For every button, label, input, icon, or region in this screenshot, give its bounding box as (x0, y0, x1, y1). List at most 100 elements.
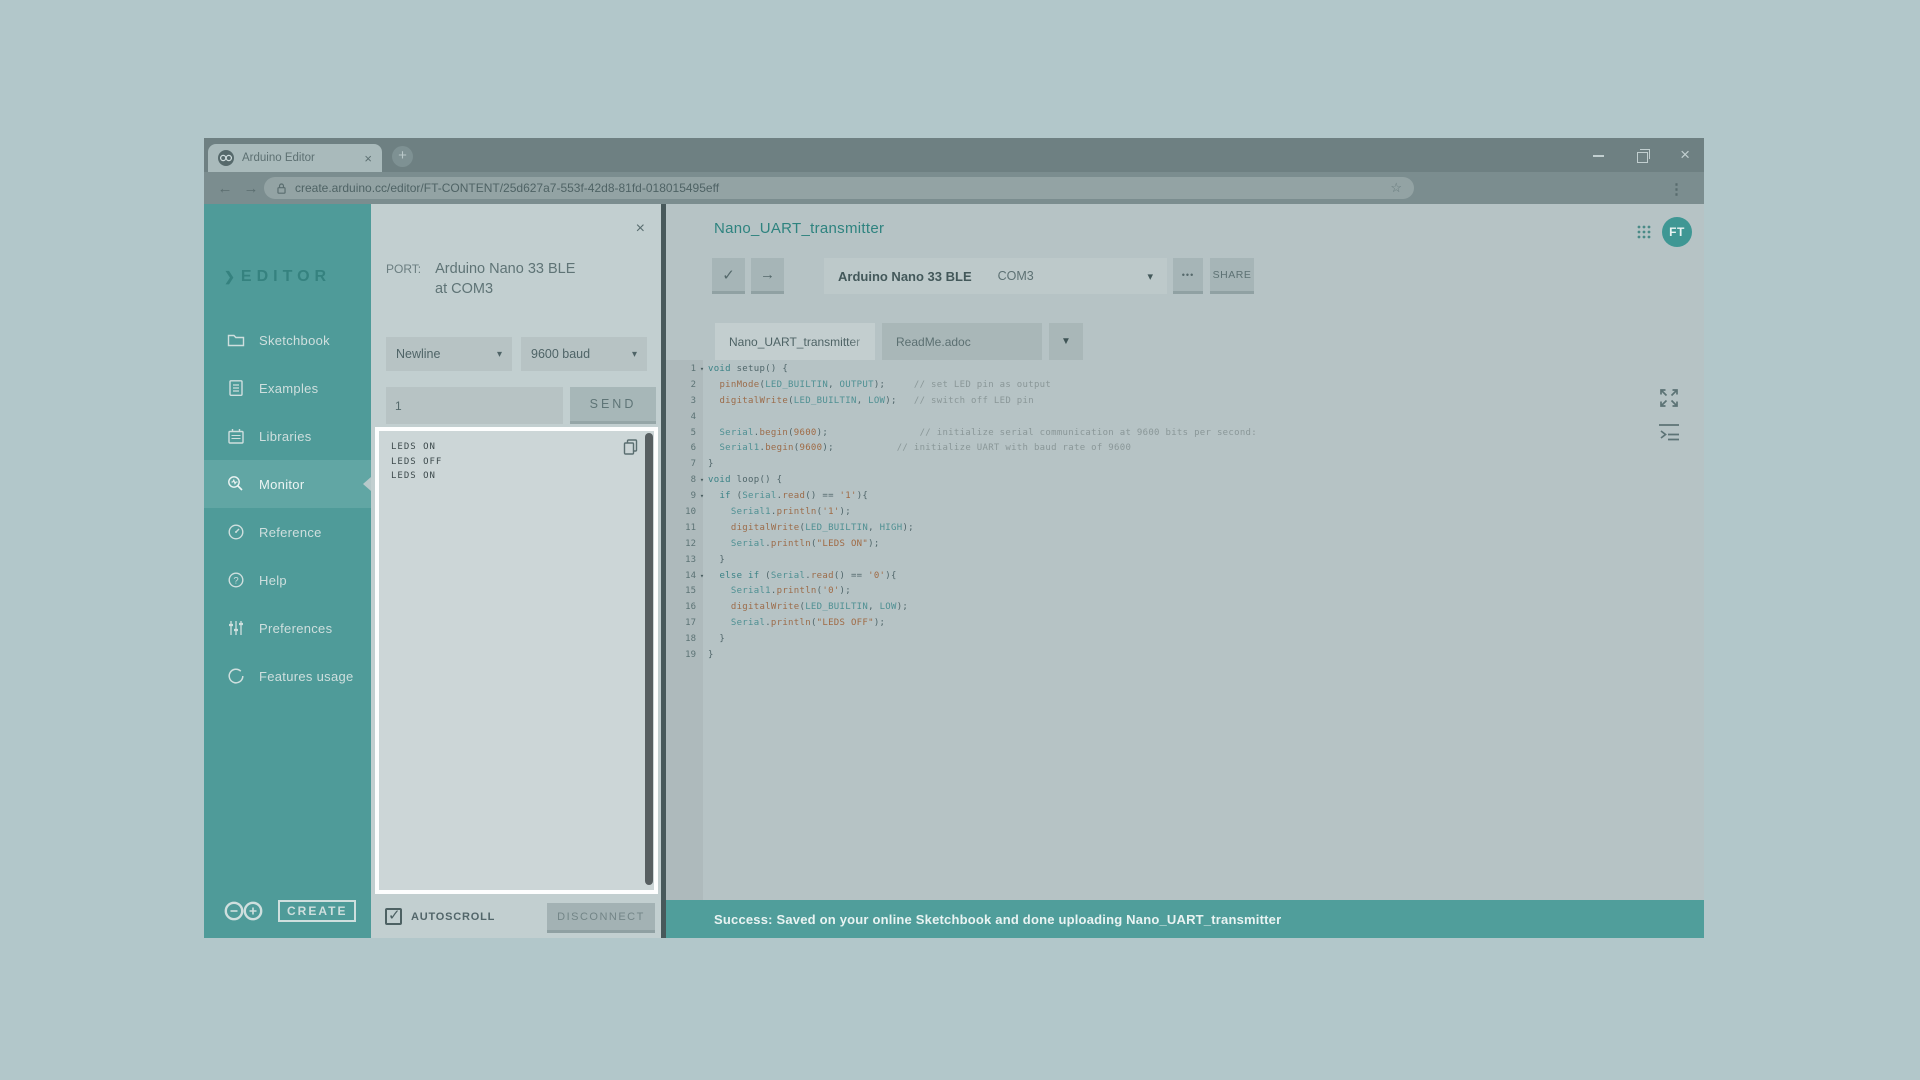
preferences-sliders-icon (226, 618, 246, 638)
create-logo-text: CREATE (278, 900, 356, 922)
caret-down-icon: ▾ (1147, 270, 1153, 283)
url-bar[interactable]: create.arduino.cc/editor/FT-CONTENT/25d6… (264, 177, 1414, 199)
code-fold-spacer (696, 394, 708, 410)
code-fold-spacer (696, 584, 708, 600)
port-com: at COM3 (435, 281, 575, 297)
verify-button[interactable]: ✓ (712, 258, 745, 294)
bookmark-star-icon[interactable]: ☆ (1390, 180, 1402, 196)
port-label: PORT: (386, 262, 421, 276)
window-minimize-button[interactable] (1592, 148, 1606, 162)
reference-icon (226, 522, 246, 542)
code-fold-icon[interactable]: ▾ (696, 362, 708, 378)
sidebar-item-features-usage[interactable]: Features usage (204, 652, 371, 700)
code-fold-spacer (696, 505, 708, 521)
board-port: COM3 (998, 269, 1034, 283)
serial-monitor-panel: × PORT:Arduino Nano 33 BLE at COM3 Newli… (371, 204, 661, 938)
monitor-close-icon[interactable]: × (636, 220, 645, 238)
share-button[interactable]: SHARE (1210, 258, 1254, 294)
code-line[interactable]: 5 Serial.begin(9600); // initialize seri… (666, 426, 1704, 442)
caret-down-icon: ▾ (632, 349, 637, 360)
sidebar: ❯ EDITOR Sketchbook Examples (204, 204, 371, 938)
browser-tab[interactable]: Arduino Editor × (208, 144, 382, 172)
code-line[interactable]: 1▾void setup() { (666, 362, 1704, 378)
code-line[interactable]: 2 pinMode(LED_BUILTIN, OUTPUT); // set L… (666, 378, 1704, 394)
code-line[interactable]: 18 } (666, 632, 1704, 648)
code-line[interactable]: 14▾ else if (Serial.read() == '0'){ (666, 569, 1704, 585)
code-line[interactable]: 13 } (666, 553, 1704, 569)
help-icon: ? (226, 570, 246, 590)
disconnect-button[interactable]: DISCONNECT (547, 903, 655, 933)
examples-list-icon (226, 378, 246, 398)
code-fold-icon[interactable]: ▾ (696, 569, 708, 585)
code-line[interactable]: 16 digitalWrite(LED_BUILTIN, LOW); (666, 600, 1704, 616)
code-line[interactable]: 17 Serial.println("LEDS OFF"); (666, 616, 1704, 632)
copy-icon[interactable] (622, 438, 639, 455)
code-line[interactable]: 3 digitalWrite(LED_BUILTIN, LOW); // swi… (666, 394, 1704, 410)
serial-message-input[interactable] (386, 387, 563, 424)
baud-rate-select[interactable]: 9600 baud ▾ (521, 337, 647, 371)
sidebar-item-sketchbook[interactable]: Sketchbook (204, 316, 371, 364)
code-fold-icon[interactable]: ▾ (696, 473, 708, 489)
code-line[interactable]: 11 digitalWrite(LED_BUILTIN, HIGH); (666, 521, 1704, 537)
code-fold-spacer (696, 378, 708, 394)
serial-console-output[interactable]: LEDS ON LEDS OFF LEDS ON (375, 427, 658, 894)
code-line[interactable]: 10 Serial1.println('1'); (666, 505, 1704, 521)
tab-sketch-file[interactable]: Nano_UART_transmitter (715, 323, 875, 360)
code-line[interactable]: 12 Serial.println("LEDS ON"); (666, 537, 1704, 553)
sidebar-item-preferences[interactable]: Preferences (204, 604, 371, 652)
back-icon[interactable]: ← (212, 180, 238, 197)
sidebar-item-examples[interactable]: Examples (204, 364, 371, 412)
browser-toolbar: ← → ↻ create.arduino.cc/editor/FT-CONTEN… (204, 172, 1704, 204)
code-fold-spacer (696, 457, 708, 473)
browser-tabstrip: Arduino Editor × + × (204, 138, 1704, 172)
tab-readme-file[interactable]: ReadMe.adoc (882, 323, 1042, 360)
more-options-button[interactable]: ••• (1173, 258, 1203, 294)
sketch-title: Nano_UART_transmitter (714, 220, 884, 237)
monitor-port-info: PORT:Arduino Nano 33 BLE at COM3 (386, 260, 575, 297)
status-bar: Success: Saved on your online Sketchbook… (666, 900, 1704, 938)
code-line[interactable]: 4 (666, 410, 1704, 426)
code-line[interactable]: 19} (666, 648, 1704, 664)
sidebar-item-help[interactable]: ? Help (204, 556, 371, 604)
code-fold-spacer (696, 600, 708, 616)
code-area: 1▾void setup() {2 pinMode(LED_BUILTIN, O… (666, 362, 1704, 664)
plus-icon: + (398, 147, 407, 164)
console-scrollbar[interactable] (645, 433, 653, 885)
arduino-create-app: ❯ EDITOR Sketchbook Examples (204, 204, 1704, 938)
console-line: LEDS ON (391, 469, 442, 484)
sidebar-item-reference[interactable]: Reference (204, 508, 371, 556)
line-ending-select[interactable]: Newline ▾ (386, 337, 512, 371)
code-line[interactable]: 6 Serial1.begin(9600); // initialize UAR… (666, 441, 1704, 457)
code-fold-spacer (696, 537, 708, 553)
window-restore-button[interactable] (1636, 148, 1650, 162)
code-fold-spacer (696, 426, 708, 442)
fullscreen-icon[interactable] (1656, 385, 1682, 411)
upload-button[interactable]: → (751, 258, 784, 294)
apps-grid-icon[interactable] (1637, 225, 1651, 239)
tabs-dropdown-button[interactable]: ▼ (1049, 323, 1083, 360)
browser-menu-icon[interactable]: ⋮ (1669, 180, 1684, 198)
code-line[interactable]: 9▾ if (Serial.read() == '1'){ (666, 489, 1704, 505)
code-line[interactable]: 7} (666, 457, 1704, 473)
sidebar-item-monitor[interactable]: Monitor (204, 460, 371, 508)
console-panel-icon[interactable] (1656, 422, 1682, 446)
code-line[interactable]: 15 Serial1.println('0'); (666, 584, 1704, 600)
tab-close-icon[interactable]: × (364, 151, 372, 166)
code-fold-spacer (696, 616, 708, 632)
user-avatar[interactable]: FT (1662, 217, 1692, 247)
board-selector[interactable]: Arduino Nano 33 BLE COM3 ▾ (824, 258, 1167, 294)
code-line[interactable]: 8▾void loop() { (666, 473, 1704, 489)
forward-icon[interactable]: → (238, 180, 264, 197)
code-fold-icon[interactable]: ▾ (696, 489, 708, 505)
code-fold-spacer (696, 521, 708, 537)
sidebar-item-libraries[interactable]: Libraries (204, 412, 371, 460)
window-close-button[interactable]: × (1680, 148, 1690, 162)
monitor-icon (226, 474, 246, 494)
send-button[interactable]: SEND (570, 387, 656, 424)
new-tab-button[interactable]: + (392, 146, 413, 167)
editor-toolbar: ✓ → Arduino Nano 33 BLE COM3 ▾ ••• SHARE (712, 258, 1254, 294)
console-lines: LEDS ON LEDS OFF LEDS ON (391, 440, 442, 484)
arduino-create-logo: CREATE (222, 900, 356, 922)
caret-down-icon: ▾ (497, 349, 502, 360)
autoscroll-checkbox[interactable] (385, 908, 402, 925)
